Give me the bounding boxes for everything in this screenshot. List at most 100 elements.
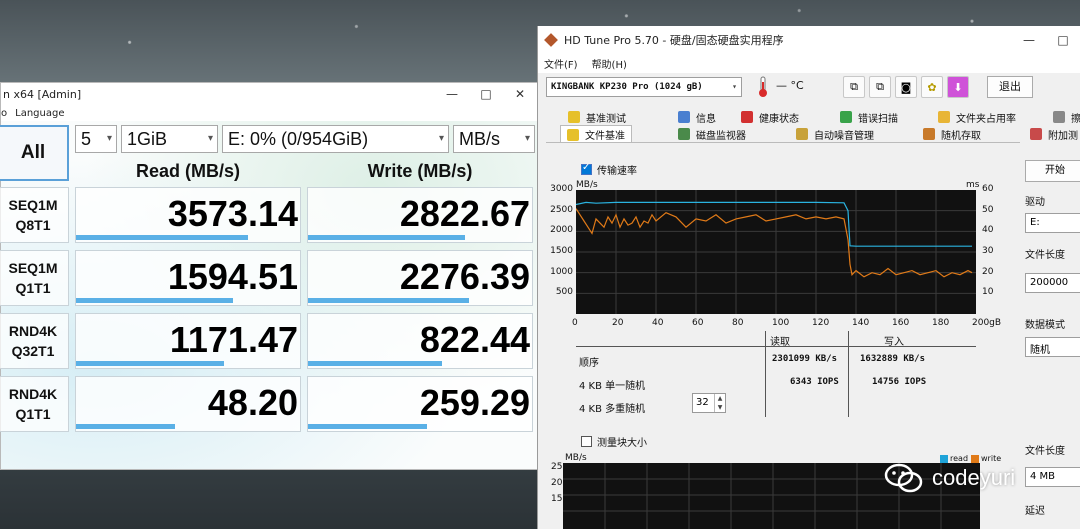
tab-error-scan[interactable]: 错误扫描 <box>840 108 898 126</box>
menu-item-file[interactable]: 文件(F) <box>544 56 578 71</box>
tab-erase[interactable]: 擦 <box>1053 108 1080 126</box>
chevron-down-icon: ▾ <box>438 133 444 144</box>
start-button[interactable]: 开始 <box>1025 160 1080 182</box>
info-icon <box>678 111 690 123</box>
queue-depth-value: 32 <box>696 397 709 408</box>
block-size-label: 测量块大小 <box>597 438 647 449</box>
minimize-button[interactable]: — <box>1012 33 1046 47</box>
tabs-row-2: 文件基准 磁盘监视器 自动噪音管理 随机存取 附加测 <box>538 125 1080 143</box>
menu-item-profile[interactable]: o <box>1 108 7 119</box>
menu-item-language[interactable]: Language <box>15 108 64 119</box>
extra-tests-icon <box>1030 128 1042 140</box>
tab-label: 基准测试 <box>586 113 626 125</box>
y-axis-unit: MB/s <box>576 180 598 190</box>
x-tick-label: 180 <box>932 318 950 328</box>
file-length-field[interactable]: 200000 <box>1025 273 1080 293</box>
block-size-checkbox[interactable]: 测量块大小 <box>581 434 647 449</box>
test-button-rnd4k-q1t1[interactable]: RND4K Q1T1 <box>0 376 69 432</box>
test-button-seq1m-q8t1[interactable]: SEQ1M Q8T1 <box>0 187 69 243</box>
y-tick-label: 2000 <box>550 225 573 236</box>
x-tick-label: 120 <box>812 318 830 328</box>
write-result-cell: 2822.67 <box>307 187 533 243</box>
options-button[interactable]: ✿ <box>921 76 943 98</box>
benchmark-icon <box>568 111 580 123</box>
tab-disk-monitor[interactable]: 磁盘监视器 <box>678 125 746 143</box>
copy-info-button[interactable]: ⧉ <box>843 76 865 98</box>
write-value: 259.29 <box>419 382 530 423</box>
tab-label: 自动噪音管理 <box>814 130 874 142</box>
y2-tick-label: 40 <box>982 225 994 236</box>
row-label-4k-single: 4 KB 单一随机 <box>579 381 646 392</box>
drive-value: E: 0% (0/954GiB) <box>228 128 369 149</box>
cdm-menubar: o Language <box>1 105 537 121</box>
file-length-label-2: 文件长度 <box>1025 446 1065 457</box>
test-label-line1: RND4K <box>8 386 58 402</box>
graph2-ytick: 20 <box>551 478 563 488</box>
drive-field[interactable]: E: <box>1025 213 1080 233</box>
drive-label: 驱动 <box>1025 197 1045 208</box>
download-arrow-icon: ⬇ <box>953 80 963 94</box>
tab-health[interactable]: 健康状态 <box>741 108 799 126</box>
wechat-logo-icon <box>884 463 923 493</box>
write-progress-bar <box>308 361 443 366</box>
monitor-icon <box>678 128 690 140</box>
data-mode-label: 数据模式 <box>1025 320 1065 331</box>
tab-benchmark[interactable]: 基准测试 <box>568 108 626 126</box>
read-header: Read (MB/s) <box>135 161 240 181</box>
random-access-icon <box>923 128 935 140</box>
tab-aam[interactable]: 自动噪音管理 <box>796 125 874 143</box>
stepper-arrows-icon[interactable]: ▲ ▼ <box>714 394 725 412</box>
tab-folder-usage[interactable]: 文件夹占用率 <box>938 108 1016 126</box>
read-result-cell: 48.20 <box>75 376 301 432</box>
save-button[interactable]: ⬇ <box>947 76 969 98</box>
test-button-seq1m-q1t1[interactable]: SEQ1M Q1T1 <box>0 250 69 306</box>
tab-random-access[interactable]: 随机存取 <box>923 125 981 143</box>
tab-extra-tests[interactable]: 附加测 <box>1030 125 1078 143</box>
read-result-cell: 1171.47 <box>75 313 301 369</box>
y-tick-label: 500 <box>555 287 573 298</box>
copy-all-button[interactable]: ⧉ <box>869 76 891 98</box>
x-tick-label: 0 <box>572 318 578 328</box>
queue-depth-stepper[interactable]: 32 ▲ ▼ <box>692 393 726 413</box>
x-tick-label: 100 <box>772 318 790 328</box>
count-select[interactable]: 5 ▾ <box>75 125 117 153</box>
test-button-rnd4k-q32t1[interactable]: RND4K Q32T1 <box>0 313 69 369</box>
wechat-watermark: codeyuri <box>884 462 1015 494</box>
checkbox-checked-icon <box>581 162 592 175</box>
tab-label: 随机存取 <box>941 130 981 142</box>
size-value: 1GiB <box>127 128 168 149</box>
write-result-cell: 2276.39 <box>307 250 533 306</box>
write-progress-bar <box>308 298 470 303</box>
hdtune-titlebar: HD Tune Pro 5.70 - 硬盘/固态硬盘实用程序 — □ <box>538 26 1080 53</box>
data-mode-select[interactable]: 随机 <box>1025 337 1080 357</box>
unit-select[interactable]: MB/s ▾ <box>453 125 535 153</box>
drive-select[interactable]: KINGBANK KP230 Pro (1024 gB) ▾ <box>546 77 742 97</box>
minimize-button[interactable]: — <box>435 87 469 101</box>
hdtune-window-title: HD Tune Pro 5.70 - 硬盘/固态硬盘实用程序 <box>564 33 784 47</box>
erase-icon <box>1053 111 1065 123</box>
delay-label: 延迟 <box>1025 506 1045 517</box>
tab-file-benchmark[interactable]: 文件基准 <box>560 125 632 143</box>
health-cross-icon <box>741 111 753 123</box>
close-button[interactable]: ✕ <box>503 87 537 101</box>
size-select[interactable]: 1GiB ▾ <box>121 125 218 153</box>
tab-info[interactable]: 信息 <box>678 108 716 126</box>
graph2-unit: MB/s <box>565 453 587 463</box>
cdm-window-title: n x64 [Admin] <box>3 87 82 101</box>
test-label-line1: RND4K <box>8 323 58 339</box>
write-value: 822.44 <box>419 319 530 360</box>
x-tick-label: 80 <box>732 318 744 328</box>
row-label-4k-multi: 4 KB 多重随机 <box>579 404 646 415</box>
drive-select[interactable]: E: 0% (0/954GiB) ▾ <box>222 125 449 153</box>
exit-button[interactable]: 退出 <box>987 76 1033 98</box>
drive-select-value: KINGBANK KP230 Pro (1024 gB) <box>551 82 703 92</box>
y2-tick-label: 30 <box>982 246 994 256</box>
all-button[interactable]: All <box>0 125 69 181</box>
read-result-cell: 3573.14 <box>75 187 301 243</box>
menu-item-help[interactable]: 帮助(H) <box>592 56 627 71</box>
maximize-button[interactable]: □ <box>1046 33 1080 47</box>
screenshot-button[interactable]: ◙ <box>895 76 917 98</box>
file-length-select-2[interactable]: 4 MB <box>1025 467 1080 487</box>
transfer-rate-checkbox[interactable]: 传输速率 <box>581 162 637 177</box>
maximize-button[interactable]: □ <box>469 87 503 101</box>
